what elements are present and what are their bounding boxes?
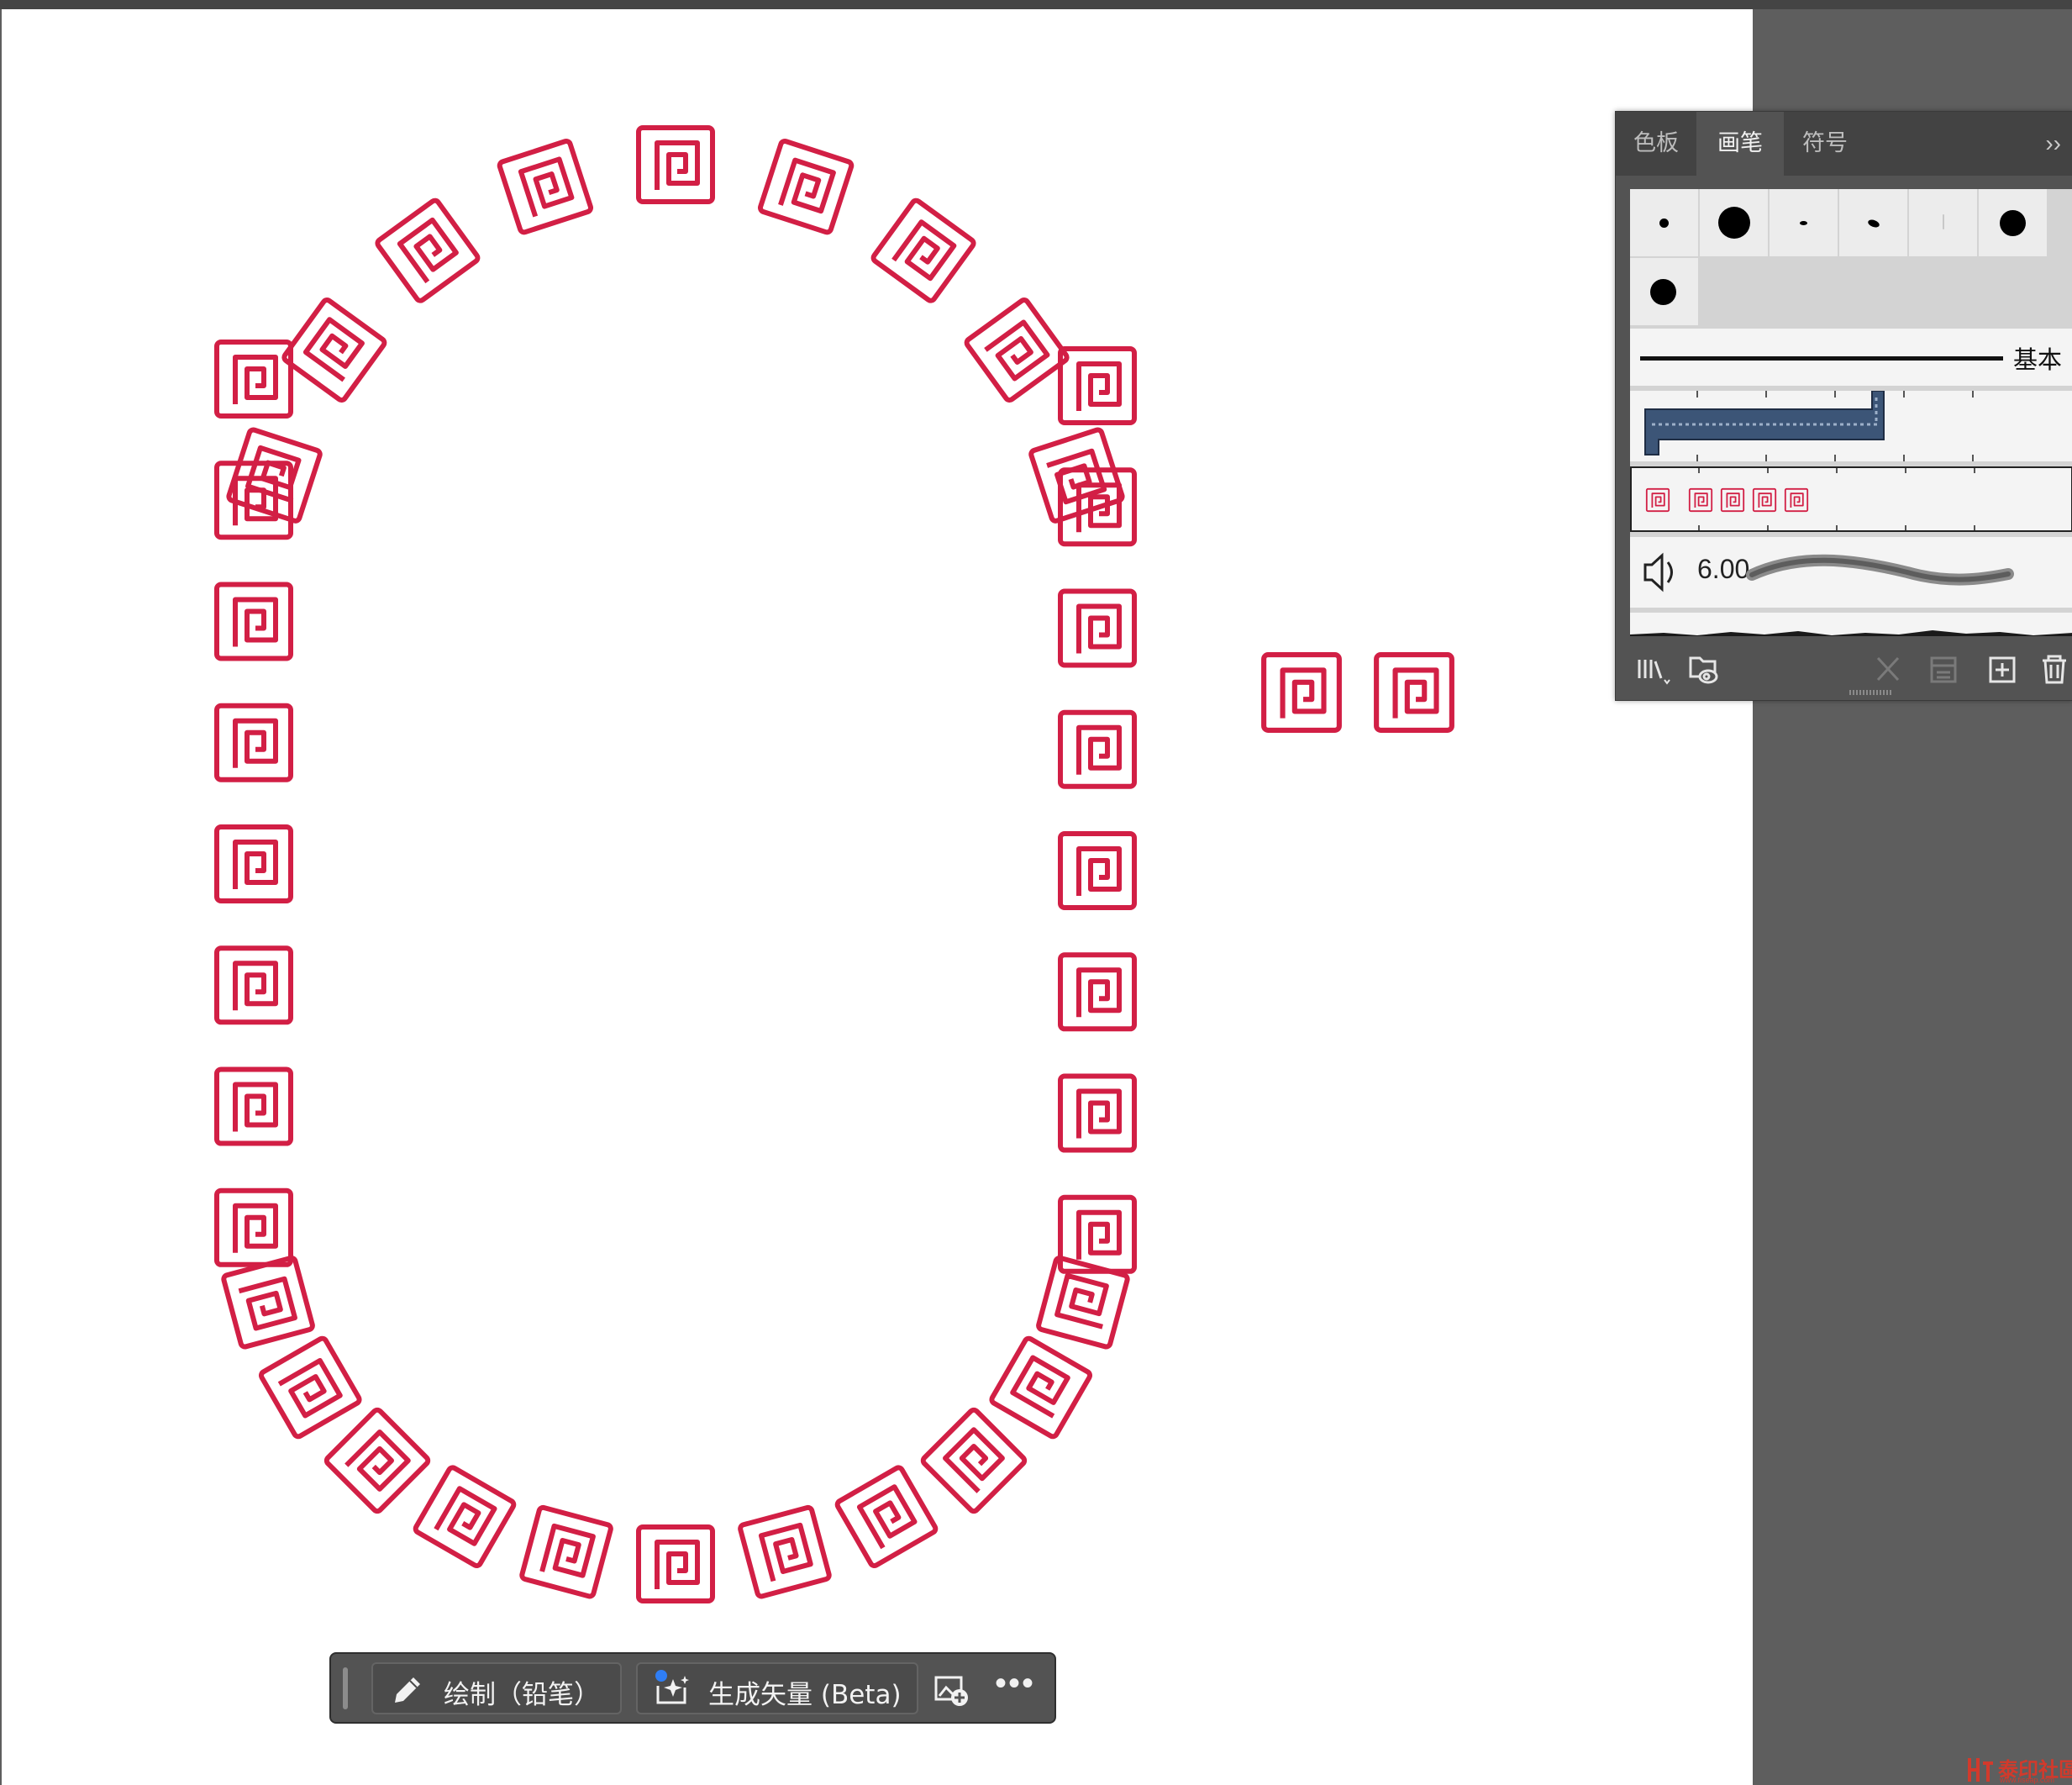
- tab-symbols[interactable]: 符号: [1784, 112, 1866, 176]
- sample-meander-tile: [1264, 655, 1339, 730]
- meander-tile: [836, 1466, 937, 1567]
- calligraphic-brush-3[interactable]: [1770, 189, 1838, 256]
- meander-tile: [223, 1257, 313, 1348]
- meander-tile: [991, 1337, 1091, 1438]
- new-image-icon[interactable]: [933, 1672, 971, 1708]
- watermark-emblem: [1968, 1758, 1993, 1782]
- calligraphic-brush-2[interactable]: [1700, 189, 1768, 256]
- meander-tile: [639, 1527, 713, 1601]
- meander-mini-tile: [1784, 487, 1809, 513]
- draw-pencil-button[interactable]: 绘制（铅笔）: [371, 1662, 622, 1714]
- meander-tile: [1060, 349, 1134, 423]
- meander-tile: [376, 199, 479, 303]
- tab-brushes[interactable]: 画笔: [1696, 112, 1784, 176]
- meander-tile: [217, 342, 291, 416]
- frame-tiles: [217, 128, 1134, 1601]
- meander-tile: [639, 128, 713, 202]
- meander-mini-tile: [1645, 487, 1670, 513]
- more-icon[interactable]: •••: [995, 1665, 1035, 1703]
- meander-tile: [739, 1507, 830, 1598]
- meander-mini-tile: [1720, 487, 1745, 513]
- generate-vector-icon: [655, 1670, 689, 1704]
- basic-stroke-preview: [1640, 356, 2003, 361]
- brush-list[interactable]: 基本 6.00: [1630, 189, 2072, 636]
- calligraphic-brush-5[interactable]: [1909, 189, 1977, 256]
- contextual-task-bar[interactable]: 绘制（铅笔） 生成矢量 (Beta) •••: [329, 1652, 1056, 1724]
- cloud-libraries-icon[interactable]: [1686, 651, 1727, 688]
- meander-mini-tile: [1752, 487, 1777, 513]
- watermark-logo: 泰印社區 www.fiseap.com: [1966, 1753, 2072, 1785]
- meander-tile: [1060, 834, 1134, 908]
- calligraphic-brush-7[interactable]: [1630, 258, 1698, 325]
- meander-tile: [1060, 592, 1134, 666]
- art-brush-stroke-preview: [1746, 554, 2014, 586]
- blue-pattern-preview: [1644, 390, 1974, 461]
- meander-tile: [217, 1070, 291, 1144]
- charcoal-brush-row[interactable]: [1630, 613, 2072, 636]
- brush-libraries-icon[interactable]: [1634, 651, 1673, 688]
- brush-options-icon[interactable]: [1927, 651, 1960, 688]
- basic-brush-label: 基本: [2013, 345, 2063, 374]
- meander-tile: [217, 827, 291, 901]
- pencil-icon: [395, 1677, 420, 1703]
- meander-tile: [922, 1409, 1026, 1513]
- meander-tile: [217, 585, 291, 659]
- brush-sample-tiles[interactable]: [1264, 655, 1452, 730]
- meander-pattern-preview: [1645, 468, 1975, 530]
- taskbar-drag-handle[interactable]: [343, 1667, 348, 1709]
- panel-tab-bar: 色板 画笔 符号 ››: [1616, 112, 2072, 176]
- art-brush-row[interactable]: 6.00: [1630, 537, 2072, 608]
- meander-tile: [260, 1337, 360, 1438]
- window-top-bar: [0, 0, 2072, 9]
- meander-mini-tile: [1688, 487, 1713, 513]
- meander-tile: [282, 298, 386, 402]
- meander-pattern-brush-row[interactable]: [1630, 466, 2072, 532]
- watermark-url: www.fiseap.com: [2000, 1776, 2055, 1784]
- remove-stroke-icon[interactable]: [1871, 651, 1905, 688]
- meander-tile: [1060, 713, 1134, 787]
- generate-vector-button[interactable]: 生成矢量 (Beta): [636, 1662, 918, 1714]
- basic-brush-row[interactable]: 基本: [1630, 329, 2072, 386]
- meander-tile: [965, 298, 1069, 402]
- meander-tile: [1060, 1077, 1134, 1151]
- draw-button-label: 绘制（铅笔）: [444, 1680, 600, 1710]
- meander-tile: [217, 1191, 291, 1265]
- meander-frame[interactable]: [2, 9, 1753, 1785]
- calligraphic-brush-4[interactable]: [1839, 189, 1907, 256]
- meander-tile: [521, 1507, 612, 1598]
- brushes-panel[interactable]: 色板 画笔 符号 ›› 基本 6.00: [1615, 111, 2072, 701]
- delete-brush-icon[interactable]: [2038, 651, 2071, 688]
- sample-meander-tile: [1376, 655, 1452, 730]
- pattern-brush-blue-row[interactable]: [1630, 390, 2072, 461]
- meander-tile: [325, 1409, 429, 1513]
- meander-tile: [1060, 955, 1134, 1029]
- meander-tile: [498, 140, 592, 234]
- artboard[interactable]: [2, 9, 1753, 1785]
- tab-swatches[interactable]: 色板: [1616, 112, 1696, 176]
- double-chevron-right-icon[interactable]: ››: [2045, 112, 2061, 176]
- charcoal-stroke-preview: [1630, 630, 2072, 636]
- calligraphic-brush-6[interactable]: [1979, 189, 2047, 256]
- panel-resize-grip[interactable]: [1849, 690, 1891, 695]
- meander-tile: [217, 948, 291, 1022]
- panel-footer: [1616, 643, 2072, 700]
- meander-tile: [872, 199, 976, 303]
- new-brush-icon[interactable]: [1985, 651, 2019, 688]
- meander-tile: [414, 1466, 515, 1567]
- meander-tile: [217, 706, 291, 780]
- generate-vector-label: 生成矢量 (Beta): [708, 1680, 902, 1710]
- meander-tile: [760, 140, 853, 234]
- calligraphic-brush-1[interactable]: [1630, 189, 1698, 256]
